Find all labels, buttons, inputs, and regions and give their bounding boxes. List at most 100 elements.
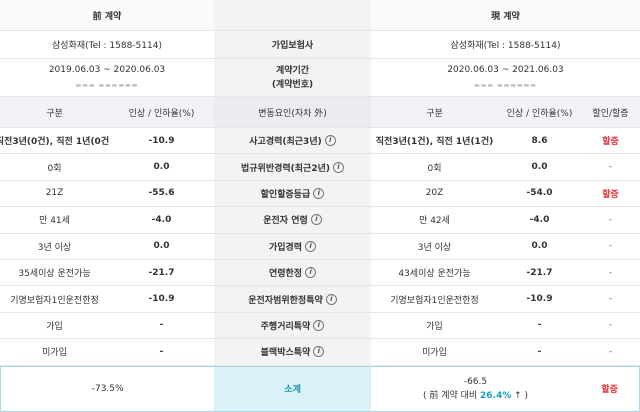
info-icon[interactable]: i — [313, 346, 325, 358]
cur-rate-text: - — [537, 346, 542, 357]
info-icon[interactable]: i — [324, 135, 336, 147]
prev-rate-text: -10.9 — [148, 294, 175, 305]
surcharge-text: - — [608, 162, 613, 173]
summary-row: -73.5% 소계 -66.5 ( 前 계약 대비 26.4% ↑ ) 할증 — [0, 365, 640, 412]
col-factor: 변동요인(자차 外) — [214, 97, 371, 127]
prev-rate: 0.0 — [109, 234, 214, 259]
period-label-cell: 계약기간 (계약번호) — [214, 59, 371, 96]
prev-rate-text: -4.0 — [151, 214, 172, 225]
cur-category: 직전3년(1건), 직전 1년(1건) — [371, 128, 498, 153]
redacted-contract-number: ▬▬▬ ▬▬▬▬▬▬ — [474, 81, 537, 89]
cur-rate: 8.6 — [498, 128, 581, 153]
info-icon[interactable]: i — [305, 267, 317, 279]
cur-rate: -21.7 — [498, 260, 581, 285]
factor-text: 운전자 연령 — [263, 216, 308, 227]
prev-category: 가입 — [0, 313, 109, 338]
insurer-label: 가입보험사 — [214, 31, 371, 58]
prev-rate-text: -10.9 — [148, 135, 175, 146]
factor: 연령한정 i — [214, 259, 371, 286]
factor: 사고경력(최근3년) i — [214, 128, 371, 154]
info-icon[interactable]: i — [313, 187, 325, 199]
cur-rate-text: - — [537, 320, 542, 331]
factor-text: 운전자범위한정특약 — [248, 295, 323, 306]
surcharge-text: - — [608, 267, 613, 278]
cur-category-text: 43세이상 운전가능 — [398, 269, 471, 280]
prev-rate: -10.9 — [109, 286, 214, 311]
info-icon[interactable]: i — [333, 161, 344, 173]
surcharge: 할증 — [581, 128, 640, 153]
prev-rate: - — [109, 313, 214, 338]
table-row: 기명보험자1인운전한정 -10.9 운전자범위한정특약 i 기명보험자1인운전한정 -10… — [0, 286, 640, 313]
surcharge: - — [581, 207, 640, 232]
factor: 블랙박스특약 i — [214, 339, 371, 365]
cur-rate: -10.9 — [498, 286, 581, 311]
prev-contract-header: 前 계약 — [92, 11, 122, 22]
cur-total: -66.5 — [463, 376, 488, 387]
cur-rate: 0.0 — [498, 234, 581, 259]
cur-category-text: 만 42세 — [419, 216, 450, 227]
contract-number-label: (계약번호) — [271, 79, 314, 90]
cur-rate: - — [498, 313, 581, 338]
factor: 법규위반경력(최근2년) i — [214, 154, 371, 180]
surcharge-text: - — [608, 241, 613, 252]
col-category-left: 구분 — [46, 108, 63, 119]
prev-category: 만 41세 — [0, 207, 109, 232]
cur-rate-text: -10.9 — [526, 294, 553, 305]
col-rate-right: 인상 / 인하율(%) — [506, 108, 573, 119]
factor-text: 가입경력 — [268, 242, 303, 253]
surcharge: - — [581, 339, 640, 364]
table-row: 가입 - 주행거리특약 i 가입 - - — [0, 312, 640, 340]
cur-rate-text: -4.0 — [529, 214, 550, 225]
surcharge-text: - — [608, 320, 613, 331]
surcharge: - — [581, 313, 640, 338]
prev-category-text: 0회 — [47, 163, 62, 174]
cur-category-text: 가입 — [426, 321, 443, 332]
this-contract-header: 現 계약 — [491, 11, 520, 22]
prev-category: 기명보험자1인운전한정 — [0, 286, 109, 311]
cur-rate-text: -54.0 — [526, 188, 553, 199]
prev-category-text: 기명보험자1인운전한정 — [10, 295, 99, 306]
prev-category-text: 21Z — [45, 188, 64, 199]
cur-rate-text: -21.7 — [526, 267, 553, 278]
factor: 운전자 연령 i — [214, 207, 371, 233]
table-row: 21Z -55.6 할인할증등급 i 20Z -54.0 할증 — [0, 180, 640, 208]
col-category-right: 구분 — [426, 108, 443, 119]
compare-value: 26.4% — [480, 390, 512, 401]
prev-rate-text: - — [159, 346, 164, 357]
col-rate-left: 인상 / 인하율(%) — [128, 108, 195, 119]
factor-text: 블랙박스특약 — [260, 348, 311, 359]
cur-category-text: 기명보험자1인운전한정 — [390, 295, 479, 306]
info-icon[interactable]: i — [313, 319, 325, 331]
prev-category-text: 3년 이상 — [37, 242, 72, 253]
surcharge-text: - — [608, 346, 613, 357]
prev-rate: -10.9 — [109, 128, 214, 153]
cur-rate: -4.0 — [498, 207, 581, 232]
prev-category: 35세이상 운전가능 — [0, 260, 109, 285]
cur-category: 20Z — [371, 181, 498, 206]
cur-category-text: 미가입 — [422, 348, 447, 359]
surcharge: - — [581, 286, 640, 311]
cur-category: 가입 — [371, 313, 498, 338]
surcharge-text: - — [608, 294, 613, 305]
period-label: 계약기간 — [275, 65, 310, 76]
factor: 할인할증등급 i — [214, 180, 371, 207]
cur-total-cell: -66.5 ( 前 계약 대비 26.4% ↑ ) — [371, 367, 580, 411]
cur-category: 43세이상 운전가능 — [371, 260, 498, 285]
surcharge-text: 할증 — [602, 137, 619, 148]
prev-category-text: 가입 — [46, 321, 63, 332]
prev-category: 미가입 — [0, 339, 109, 364]
cur-category: 0회 — [371, 154, 498, 179]
prev-total: -73.5% — [91, 383, 124, 394]
info-icon[interactable]: i — [305, 240, 317, 252]
info-icon[interactable]: i — [310, 214, 322, 226]
surcharge: - — [581, 260, 640, 285]
this-period-cell: 2020.06.03 ~ 2021.06.03 ▬▬▬ ▬▬▬▬▬▬ — [371, 59, 640, 96]
summary-label: 소계 — [214, 366, 371, 411]
cur-category: 3년 이상 — [371, 234, 498, 259]
prev-rate-text: 0.0 — [153, 162, 170, 173]
info-icon[interactable]: i — [325, 293, 337, 305]
prev-rate: -4.0 — [109, 207, 214, 232]
insurer-row: 삼성화재(Tel : 1588-5114) 가입보험사 삼성화재(Tel : 1… — [0, 31, 640, 59]
middle-header — [214, 0, 371, 30]
surcharge: - — [581, 154, 640, 179]
